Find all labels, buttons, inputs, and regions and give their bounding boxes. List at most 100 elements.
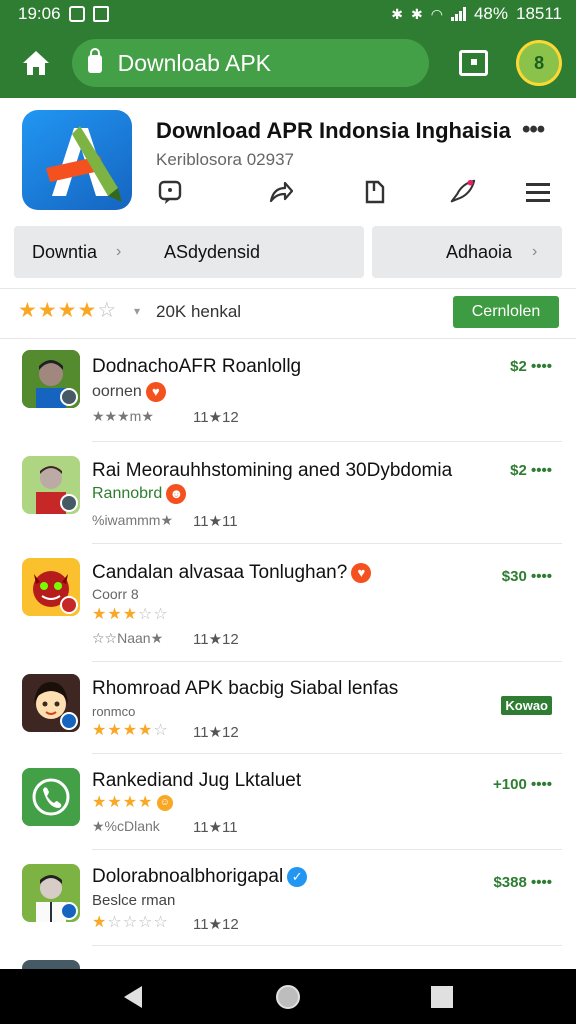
list-item[interactable]: Candalan alvasaa Tonlughan? ♥ Coorr 8 ★★★… — [0, 544, 576, 662]
chevron-right-icon: › — [532, 243, 538, 260]
item-price[interactable]: $30 •••• — [502, 568, 552, 585]
badge-icon — [60, 494, 78, 512]
divider — [0, 338, 576, 339]
item-meta: ☆☆Naan★ — [92, 630, 164, 646]
app-logo-icon[interactable] — [22, 110, 132, 210]
item-subtitle: oornen ♥ — [92, 382, 166, 402]
rating-stars: ★★★★☆ — [18, 298, 117, 323]
item-meta: %iwammm★ — [92, 512, 173, 528]
item-subtitle: Rannobrd ☻ — [92, 484, 187, 504]
app-header-card: Download APR Indonsia Inghaisia Keriblos… — [0, 98, 576, 222]
home-nav-button[interactable] — [274, 983, 302, 1011]
status-time: 19:06 — [18, 4, 61, 23]
share-icon[interactable] — [266, 178, 294, 206]
rating-count: 20K henkal — [156, 302, 242, 321]
smile-icon: ☺ — [157, 794, 174, 811]
item-title: Rai Meorauhhstomining aned 30Dybdomia — [92, 460, 453, 481]
item-subtitle: Beslce rman — [92, 892, 176, 909]
star-empty-icon: ☆ — [97, 299, 118, 322]
rocket-icon[interactable] — [448, 178, 476, 206]
tabs-button[interactable] — [458, 50, 489, 76]
system-nav-bar — [0, 969, 576, 1024]
item-title: Candalan alvasaa Tonlughan? ♥ — [92, 562, 372, 584]
bluetooth-icon: ✱ — [391, 6, 403, 22]
menu-icon[interactable] — [524, 178, 552, 206]
star-icon: ★ — [77, 299, 98, 322]
list-item[interactable] — [0, 950, 576, 969]
profile-face-icon: 8 — [534, 52, 545, 73]
list-item[interactable]: Rankediand Jug Lktaluet ★★★★ ☺ ★%cDlank 1… — [0, 754, 576, 850]
back-button[interactable] — [120, 983, 148, 1011]
more-options-icon[interactable]: ••• — [522, 116, 545, 144]
home-circle-icon — [276, 985, 300, 1009]
item-tag[interactable]: Kowao — [501, 696, 552, 715]
item-price[interactable]: $2 •••• — [510, 358, 552, 375]
star-icon: ★ — [57, 299, 78, 322]
item-price[interactable]: $2 •••• — [510, 462, 552, 479]
list-item[interactable]: Dolorabnoalbhorigapal ✓ Beslce rman ★☆☆☆☆… — [0, 850, 576, 946]
bookmark-icon[interactable] — [361, 178, 389, 206]
star-icon: ★ — [37, 299, 58, 322]
boy-shirt-avatar — [22, 864, 80, 922]
signal-icon — [450, 7, 466, 21]
recents-icon — [431, 986, 453, 1008]
badge-icon — [60, 902, 78, 920]
rating-row: ★★★★☆ ▾ 20K henkal Cernlolen — [0, 292, 576, 334]
item-title: Dolorabnoalbhorigapal ✓ — [92, 866, 308, 888]
battery-level: 48% — [473, 4, 508, 23]
message-icon — [92, 6, 109, 22]
item-count: 11★12 — [193, 724, 239, 741]
heart-icon: ♥ — [145, 382, 166, 402]
chip-left-label: Downtia — [32, 241, 98, 262]
emoji-icon: ☻ — [166, 484, 187, 504]
status-bar: 19:06 ✱ ✱ ◠ 48% 18511 — [0, 0, 576, 28]
chat-icon[interactable] — [156, 178, 184, 206]
recents-button[interactable] — [428, 983, 456, 1011]
divider — [0, 288, 576, 289]
item-title: DodnachoAFR Roanlollg — [92, 356, 302, 377]
devil-avatar — [22, 558, 80, 616]
boy-avatar — [22, 350, 80, 408]
girl-avatar — [22, 674, 80, 732]
item-stars: ★☆☆☆☆ — [92, 914, 169, 931]
wifi-icon: ◠ — [430, 6, 443, 22]
phone-icon — [22, 768, 80, 826]
item-subtitle: Coorr 8 — [92, 586, 139, 602]
back-icon — [124, 986, 142, 1008]
notification-icon — [68, 6, 85, 22]
vibrate-icon: ✱ — [411, 6, 423, 22]
category-chip[interactable]: Downtia › ASdydensid — [14, 226, 364, 278]
status-clock-right: 18511 — [515, 4, 562, 23]
item-title: Rankediand Jug Lktaluet — [92, 770, 302, 791]
item-count: 11★11 — [193, 513, 238, 530]
address-bar[interactable]: Downloab APK — [71, 39, 429, 87]
list-item[interactable]: Rai Meorauhhstomining aned 30Dybdomia Ra… — [0, 442, 576, 544]
item-meta: ★★★m★ — [92, 408, 154, 424]
download-button[interactable]: Cernlolen — [453, 296, 559, 328]
url-text: Downloab APK — [117, 49, 272, 76]
heart-icon: ♥ — [351, 562, 372, 583]
badge-icon — [60, 388, 78, 406]
action-row — [156, 178, 556, 208]
badge-icon — [60, 712, 78, 730]
dropdown-icon[interactable]: ▾ — [134, 304, 140, 318]
browser-toolbar: Downloab APK 8 — [0, 28, 576, 98]
item-price[interactable]: +100 •••• — [493, 776, 552, 793]
profile-avatar[interactable]: 8 — [516, 40, 562, 86]
item-price[interactable]: $388 •••• — [493, 874, 552, 891]
home-button[interactable] — [14, 41, 58, 85]
filter-chip[interactable]: Adhaoia › — [372, 226, 562, 278]
item-meta: ★%cDlank — [92, 818, 160, 834]
star-icon: ★ — [18, 299, 38, 322]
list-item[interactable]: DodnachoAFR Roanlollg oornen ♥ ★★★m★ 11★1… — [0, 340, 576, 442]
item-count: 11★12 — [193, 409, 239, 426]
item-stars: ★★★★☆ — [92, 722, 169, 739]
list-item[interactable]: Rhomroad APK bacbig Siabal lenfas ronmco… — [0, 662, 576, 754]
chevron-right-icon: › — [116, 243, 122, 260]
item-subtitle: ronmco — [92, 704, 136, 719]
chip-label: Adhaoia — [446, 241, 513, 262]
lock-icon — [87, 48, 102, 73]
item-stars: ★★★★ ☺ — [92, 792, 174, 812]
item-count: 11★12 — [193, 631, 239, 648]
verified-icon: ✓ — [287, 866, 308, 887]
